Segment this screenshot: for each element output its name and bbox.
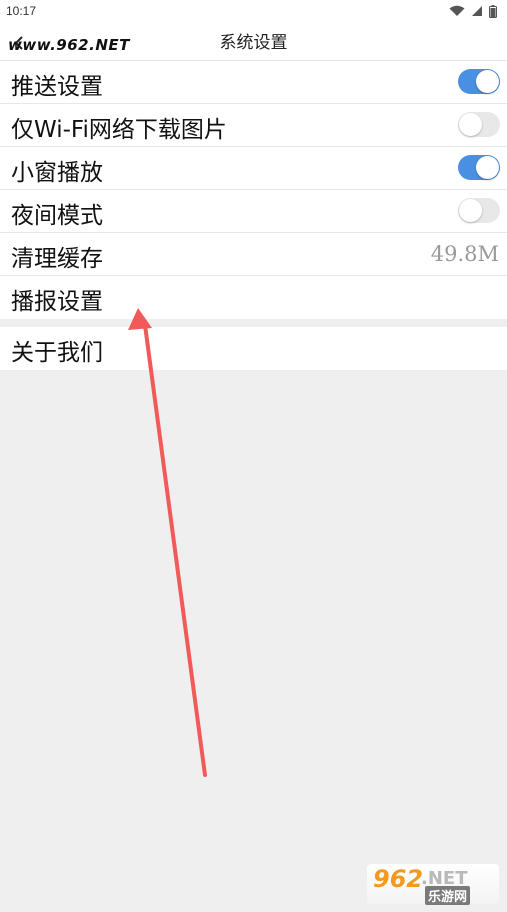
mini-window-toggle[interactable] xyxy=(458,155,500,180)
logo-brand: 962 xyxy=(373,865,424,893)
setting-label: 夜间模式 xyxy=(11,203,103,229)
status-bar: 10:17 xyxy=(0,0,507,26)
push-toggle[interactable] xyxy=(458,69,500,94)
status-icons xyxy=(449,4,497,18)
settings-list: 推送设置 仅Wi-Fi网络下载图片 小窗播放 夜间模式 清理缓存 49.8M 播… xyxy=(0,61,507,319)
about-us-item[interactable]: 关于我们 xyxy=(0,327,507,370)
setting-broadcast[interactable]: 播报设置 xyxy=(0,276,507,319)
setting-label: 播报设置 xyxy=(11,289,103,315)
about-us-label: 关于我们 xyxy=(11,340,103,366)
about-section: 关于我们 xyxy=(0,327,507,370)
watermark-text: www.962.NET xyxy=(8,36,130,54)
toggle-knob xyxy=(476,156,499,179)
battery-icon xyxy=(489,4,497,18)
logo-cn-name: 乐游网 xyxy=(425,886,471,905)
wifi-images-toggle[interactable] xyxy=(458,112,500,137)
setting-label: 仅Wi-Fi网络下载图片 xyxy=(11,117,227,143)
setting-clear-cache[interactable]: 清理缓存 49.8M xyxy=(0,233,507,276)
toggle-knob xyxy=(459,199,482,222)
setting-label: 小窗播放 xyxy=(11,160,103,186)
signal-icon xyxy=(472,6,482,16)
title-bar: 系统设置 www.962.NET xyxy=(0,26,507,61)
site-logo: 962 .NET 乐游网 xyxy=(367,864,499,905)
wifi-icon xyxy=(449,5,465,16)
setting-push[interactable]: 推送设置 xyxy=(0,61,507,104)
setting-night-mode[interactable]: 夜间模式 xyxy=(0,190,507,233)
setting-mini-window[interactable]: 小窗播放 xyxy=(0,147,507,190)
setting-label: 清理缓存 xyxy=(11,246,103,272)
setting-label: 推送设置 xyxy=(11,74,103,100)
night-mode-toggle[interactable] xyxy=(458,198,500,223)
cache-size-value: 49.8M xyxy=(430,242,499,266)
toggle-knob xyxy=(476,70,499,93)
toggle-knob xyxy=(459,113,482,136)
setting-wifi-images[interactable]: 仅Wi-Fi网络下载图片 xyxy=(0,104,507,147)
status-time: 10:17 xyxy=(6,4,37,18)
